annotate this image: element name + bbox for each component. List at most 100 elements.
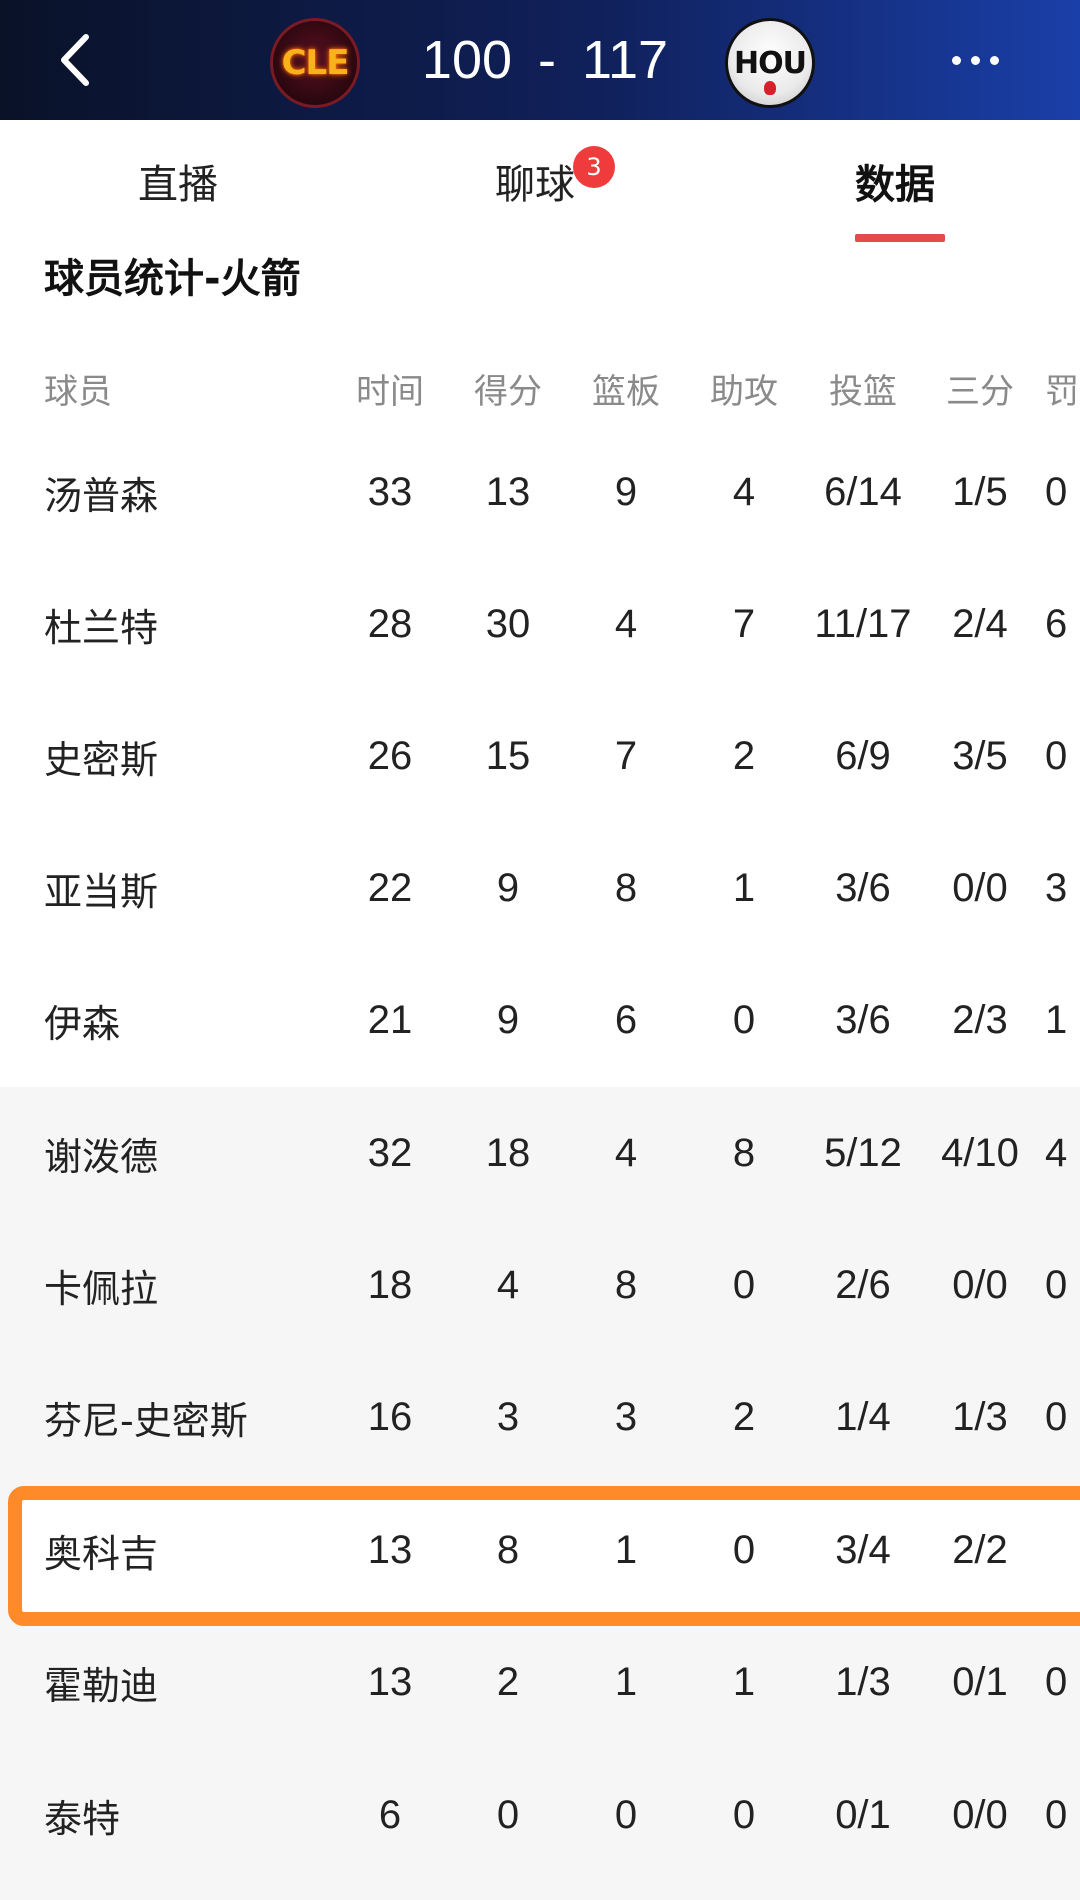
stat-rebounds: 1 [614, 1527, 638, 1572]
player-name: 伊森 [44, 1001, 121, 1046]
stat-rebounds: 7 [614, 733, 638, 778]
stat-free-throws: 0 [1045, 1262, 1068, 1307]
player-name: 杜兰特 [44, 605, 159, 650]
stat-field-goals: 3/6 [835, 865, 891, 910]
stat-assists: 2 [732, 733, 756, 778]
player-name: 谢泼德 [44, 1134, 159, 1179]
stat-assists: 0 [732, 997, 756, 1042]
table-row-highlighted[interactable]: 奥科吉 13 8 1 0 3/4 2/2 [0, 1484, 1080, 1616]
stat-three-pointers: 4/10 [941, 1130, 1019, 1175]
player-name: 霍勒迪 [44, 1663, 159, 1708]
stat-minutes: 21 [367, 997, 413, 1042]
table-row[interactable]: 卡佩拉 18 4 8 0 2/6 0/0 0 [0, 1219, 1080, 1351]
stat-free-throws: 4 [1045, 1130, 1068, 1175]
stat-points: 18 [485, 1130, 531, 1175]
player-name: 亚当斯 [44, 869, 159, 914]
player-name: 卡佩拉 [44, 1266, 159, 1311]
stat-field-goals: 6/14 [824, 469, 902, 514]
table-row[interactable]: 伊森 21 9 6 0 3/6 2/3 1 [0, 954, 1080, 1086]
stat-rebounds: 1 [614, 1659, 638, 1704]
stat-field-goals: 1/3 [835, 1659, 891, 1704]
stat-field-goals: 0/1 [835, 1792, 891, 1837]
stat-free-throws [1045, 1484, 1080, 1616]
stat-points: 4 [496, 1262, 520, 1307]
stat-field-goals: 3/6 [835, 997, 891, 1042]
stat-assists: 0 [732, 1792, 756, 1837]
stat-three-pointers: 3/5 [952, 733, 1008, 778]
stat-three-pointers: 0/0 [952, 865, 1008, 910]
stat-points: 13 [485, 469, 531, 514]
player-name: 芬尼-史密斯 [44, 1398, 248, 1443]
player-stats-table: 球员 时间 得分 篮板 助攻 投篮 三分 罚 汤普森 33 13 9 4 6/1… [0, 0, 1080, 1900]
player-name: 泰特 [44, 1796, 121, 1841]
table-row[interactable]: 霍勒迪 13 2 1 1 1/3 0/1 0 [0, 1616, 1080, 1748]
stat-assists: 0 [732, 1527, 756, 1572]
stat-points: 2 [496, 1659, 520, 1704]
stat-points: 30 [485, 601, 531, 646]
stat-rebounds: 6 [614, 997, 638, 1042]
player-name: 史密斯 [44, 737, 159, 782]
stat-minutes: 28 [367, 601, 413, 646]
stat-three-pointers: 0/1 [952, 1659, 1008, 1704]
stat-free-throws: 0 [1045, 1792, 1068, 1837]
stat-three-pointers: 2/2 [952, 1527, 1008, 1572]
stat-field-goals: 3/4 [835, 1527, 891, 1572]
stat-rebounds: 8 [614, 865, 638, 910]
stat-minutes: 18 [367, 1262, 413, 1307]
stat-assists: 4 [732, 469, 756, 514]
stat-assists: 1 [732, 865, 756, 910]
stat-assists: 2 [732, 1394, 756, 1439]
stat-points: 0 [496, 1792, 520, 1837]
table-row[interactable]: 谢泼德 32 18 4 8 5/12 4/10 4 [0, 1087, 1080, 1219]
stat-rebounds: 3 [614, 1394, 638, 1439]
stat-rebounds: 0 [614, 1792, 638, 1837]
table-row[interactable]: 杜兰特 28 30 4 7 11/17 2/4 6 [0, 558, 1080, 690]
stat-assists: 8 [732, 1130, 756, 1175]
player-name: 汤普森 [44, 473, 159, 518]
table-row[interactable]: 芬尼-史密斯 16 3 3 2 1/4 1/3 0 [0, 1351, 1080, 1483]
stat-field-goals: 5/12 [824, 1130, 902, 1175]
stat-minutes: 13 [367, 1527, 413, 1572]
table-row[interactable]: 汤普森 33 13 9 4 6/14 1/5 0 [0, 426, 1080, 558]
stat-three-pointers: 0/0 [952, 1792, 1008, 1837]
stat-rebounds: 9 [614, 469, 638, 514]
stat-field-goals: 1/4 [835, 1394, 891, 1439]
table-row[interactable]: 史密斯 26 15 7 2 6/9 3/5 0 [0, 690, 1080, 822]
stat-rebounds: 4 [614, 601, 638, 646]
stat-field-goals: 6/9 [835, 733, 891, 778]
stat-free-throws: 1 [1045, 997, 1068, 1042]
stat-assists: 1 [732, 1659, 756, 1704]
stat-points: 8 [496, 1527, 520, 1572]
player-name: 奥科吉 [44, 1531, 159, 1576]
stat-minutes: 13 [367, 1659, 413, 1704]
stat-points: 15 [485, 733, 531, 778]
stat-three-pointers: 2/3 [952, 997, 1008, 1042]
stat-free-throws: 0 [1045, 469, 1068, 514]
table-row[interactable]: 泰特 6 0 0 0 0/1 0/0 0 [0, 1749, 1080, 1881]
stat-rebounds: 4 [614, 1130, 638, 1175]
stat-assists: 7 [732, 601, 756, 646]
stat-three-pointers: 1/3 [952, 1394, 1008, 1439]
stat-points: 3 [496, 1394, 520, 1439]
stat-minutes: 22 [367, 865, 413, 910]
stat-minutes: 26 [367, 733, 413, 778]
table-row[interactable]: 亚当斯 22 9 8 1 3/6 0/0 3 [0, 822, 1080, 954]
stat-rebounds: 8 [614, 1262, 638, 1307]
stat-minutes: 6 [378, 1792, 402, 1837]
stat-free-throws: 0 [1045, 1394, 1068, 1439]
stat-field-goals: 11/17 [814, 601, 912, 646]
stat-points: 9 [496, 865, 520, 910]
stat-free-throws: 0 [1045, 1659, 1068, 1704]
stat-assists: 0 [732, 1262, 756, 1307]
stat-free-throws: 0 [1045, 733, 1068, 778]
stat-three-pointers: 1/5 [952, 469, 1008, 514]
stat-field-goals: 2/6 [835, 1262, 891, 1307]
stat-points: 9 [496, 997, 520, 1042]
stat-free-throws: 3 [1045, 865, 1068, 910]
stat-three-pointers: 2/4 [952, 601, 1008, 646]
stat-three-pointers: 0/0 [952, 1262, 1008, 1307]
stat-minutes: 33 [367, 469, 413, 514]
stat-minutes: 32 [367, 1130, 413, 1175]
stat-minutes: 16 [367, 1394, 413, 1439]
stat-free-throws: 6 [1045, 601, 1068, 646]
